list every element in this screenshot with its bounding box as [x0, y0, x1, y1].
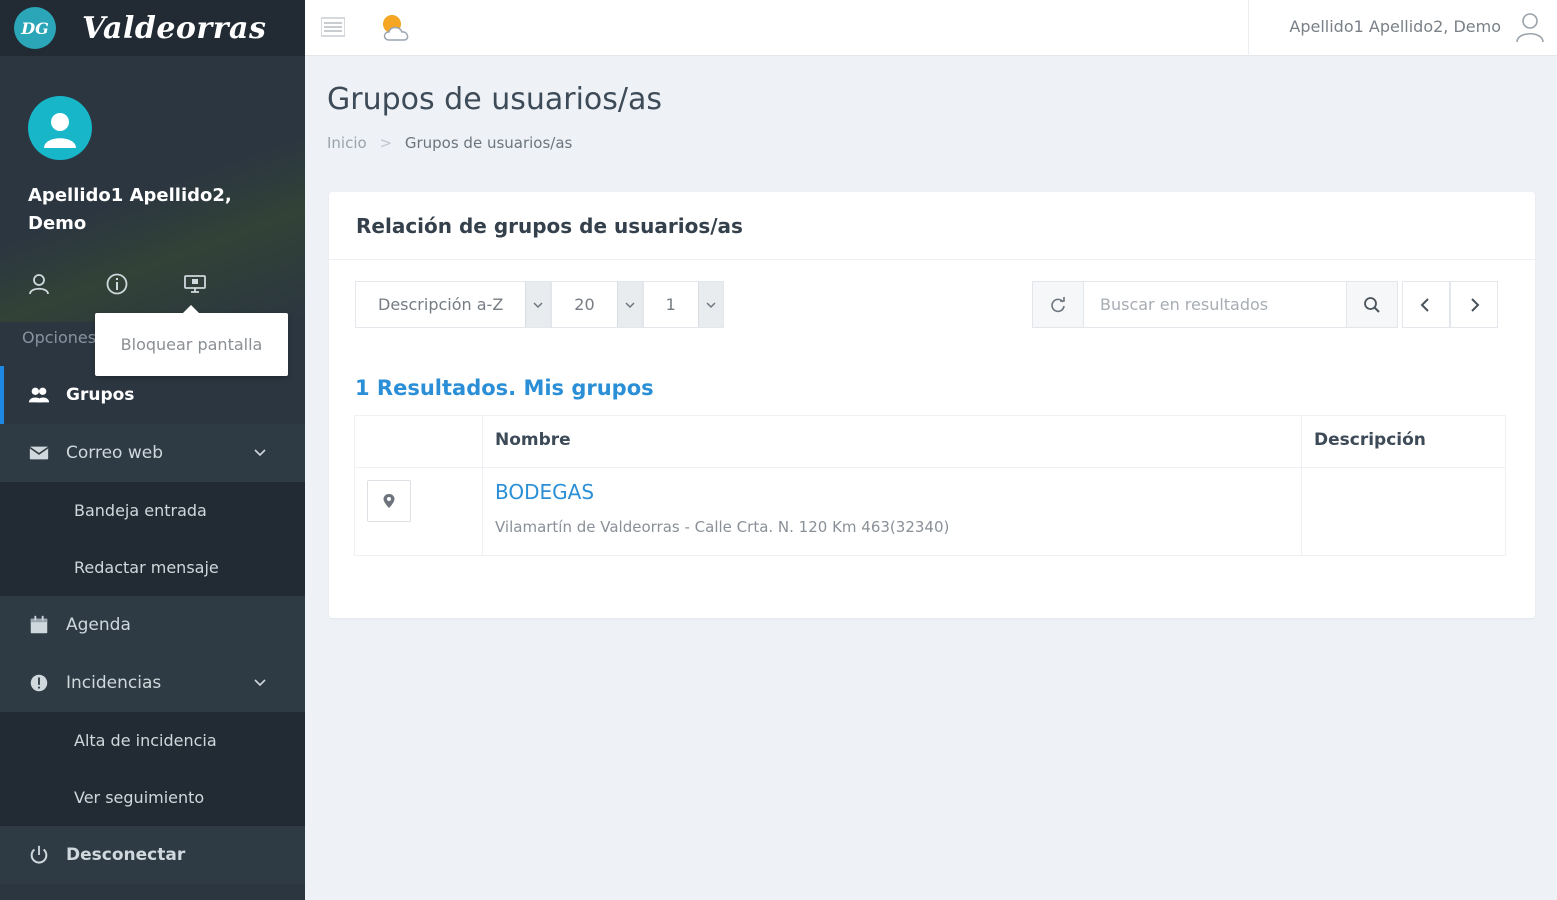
group-address: Vilamartín de Valdeorras - Calle Crta. N… — [495, 518, 950, 536]
user-outline-icon — [29, 274, 49, 295]
envelope-icon — [26, 440, 52, 466]
profile-name: Apellido1 Apellido2, Demo — [28, 185, 232, 234]
sidebar-item-incidencias[interactable]: Incidencias — [0, 654, 305, 712]
avatar — [28, 96, 92, 160]
table-cell-descripcion — [1301, 467, 1506, 556]
brand[interactable]: DG Valdeorras — [0, 0, 305, 56]
user-profile: Apellido1 Apellido2, Demo Opciones — [0, 56, 305, 347]
exclamation-circle-icon — [26, 670, 52, 696]
sidebar-item-label: Correo web — [66, 443, 163, 463]
column-header-icon — [354, 415, 483, 468]
sidebar-item-label: Agenda — [66, 615, 131, 635]
sidebar-subitem-redactar-mensaje[interactable]: Redactar mensaje — [0, 539, 305, 596]
topbar-divider — [1248, 0, 1249, 56]
info-button[interactable] — [104, 271, 130, 297]
search-icon — [1364, 296, 1380, 313]
lock-screen-tooltip: Bloquear pantalla — [95, 305, 288, 376]
sort-select-value: Descripción a-Z — [378, 295, 504, 314]
lock-screen-button[interactable] — [182, 271, 208, 297]
breadcrumb-separator: > — [379, 134, 393, 152]
breadcrumb: Inicio > Grupos de usuarios/as — [327, 134, 572, 152]
sort-select[interactable]: Descripción a-Z — [355, 281, 552, 328]
page-size-select[interactable]: 20 — [551, 281, 643, 328]
chevron-down-icon — [706, 301, 716, 308]
breadcrumb-home[interactable]: Inicio — [327, 134, 367, 152]
user-outline-icon[interactable] — [1513, 10, 1547, 44]
user-silhouette-icon — [44, 113, 76, 148]
chevron-down-icon — [254, 679, 266, 687]
group-name-link[interactable]: BODEGAS — [495, 480, 1289, 504]
page-size-select-value: 20 — [574, 295, 595, 314]
panel-title: Relación de grupos de usuarios/as — [329, 192, 1535, 260]
weather-icon[interactable] — [377, 10, 415, 46]
sidebar-subitem-alta-incidencia[interactable]: Alta de incidencia — [0, 712, 305, 769]
table-cell-icon — [354, 467, 483, 556]
search-button[interactable] — [1346, 281, 1398, 328]
monitor-lock-icon — [184, 275, 206, 293]
menu-toggle-icon[interactable] — [321, 16, 345, 38]
brand-logo: DG — [14, 7, 56, 49]
sidebar-subitem-ver-seguimiento[interactable]: Ver seguimiento — [0, 769, 305, 826]
sidebar-item-correo-web[interactable]: Correo web — [0, 424, 305, 482]
chevron-down-icon — [254, 449, 266, 457]
topbar: Apellido1 Apellido2, Demo — [305, 0, 1557, 56]
search-group — [1032, 281, 1498, 328]
previous-page-button[interactable] — [1402, 281, 1450, 328]
sidebar-item-label: Incidencias — [66, 673, 162, 693]
chevron-right-icon — [1471, 297, 1480, 312]
list-controls: Descripción a-Z 20 1 — [355, 281, 724, 328]
column-header-descripcion[interactable]: Descripción — [1301, 415, 1506, 468]
sort-select-toggle[interactable] — [525, 282, 551, 327]
pagination-buttons — [1402, 281, 1498, 328]
search-input[interactable] — [1084, 281, 1346, 328]
options-label: Opciones — [22, 328, 97, 347]
topbar-user-name[interactable]: Apellido1 Apellido2, Demo — [1289, 17, 1501, 36]
table-header-row: Nombre Descripción — [354, 415, 1506, 468]
sidebar-subitem-bandeja-entrada[interactable]: Bandeja entrada — [0, 482, 305, 539]
power-icon — [26, 842, 52, 868]
results-count: 1 Resultados. Mis grupos — [355, 376, 654, 400]
sidebar-item-label: Desconectar — [66, 845, 186, 865]
page-select-toggle[interactable] — [697, 282, 723, 327]
chevron-down-icon — [625, 301, 635, 308]
profile-button[interactable] — [26, 271, 52, 297]
column-header-nombre[interactable]: Nombre — [482, 415, 1302, 468]
chevron-down-icon — [533, 301, 543, 308]
sidebar-item-label: Grupos — [66, 385, 135, 405]
table-cell-nombre: BODEGAS Vilamartín de Valdeorras - Calle… — [482, 467, 1302, 556]
calendar-icon — [26, 612, 52, 638]
sidebar-item-desconectar[interactable]: Desconectar — [0, 826, 305, 884]
sidebar-item-agenda[interactable]: Agenda — [0, 596, 305, 654]
table-row: BODEGAS Vilamartín de Valdeorras - Calle… — [354, 467, 1506, 556]
page-title: Grupos de usuarios/as — [327, 82, 663, 117]
profile-actions — [26, 271, 208, 297]
breadcrumb-current: Grupos de usuarios/as — [404, 134, 573, 152]
next-page-button[interactable] — [1450, 281, 1498, 328]
page-select-value: 1 — [665, 295, 676, 314]
map-location-button[interactable] — [367, 480, 411, 522]
groups-table: Nombre Descripción BODEGAS Vilamartín de… — [354, 415, 1506, 556]
groups-panel: Relación de grupos de usuarios/as Descri… — [329, 192, 1535, 618]
refresh-button[interactable] — [1032, 281, 1084, 328]
chevron-left-icon — [1420, 297, 1429, 312]
brand-name: Valdeorras — [82, 10, 267, 46]
users-icon — [26, 382, 52, 408]
sidebar-nav: Grupos Correo web Bandeja entrada Redact… — [0, 366, 305, 884]
sidebar: DG Valdeorras Apellido1 Apellido2, Demo — [0, 0, 305, 900]
map-marker-icon — [383, 494, 395, 508]
info-circle-icon — [106, 273, 128, 295]
page-select[interactable]: 1 — [642, 281, 724, 328]
page-size-select-toggle[interactable] — [616, 282, 642, 327]
refresh-icon — [1051, 296, 1065, 312]
